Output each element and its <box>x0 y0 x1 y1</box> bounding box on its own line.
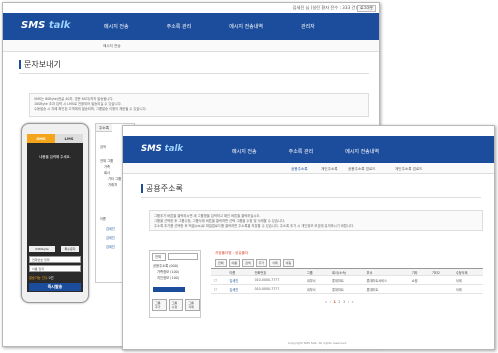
front-window: SMS talk 메시지 전송 주소록 관리 메시지 전송내역 공용주소록 개인… <box>122 125 495 350</box>
page-title: 문자보내기 <box>19 60 61 69</box>
row-checkbox[interactable]: □ <box>211 275 227 285</box>
menu-history[interactable]: 메시지 전송내역 <box>345 148 379 155</box>
page-last[interactable]: » <box>352 300 354 304</box>
search-label: 검색 <box>100 145 106 149</box>
table-row[interactable]: □ 김세진 010-0000-7777 내부서 롯데마트 롯데마트서비스 쇼핑 … <box>211 275 483 285</box>
table-row[interactable]: □ 김세진 010-0000-7777 내부서 롯데마트 롯데마트 삭제 <box>211 284 483 294</box>
special-chars-button[interactable]: 특수문자 <box>61 246 79 252</box>
filter-all-select[interactable]: 전체 <box>215 259 227 267</box>
tab-lms[interactable]: LMS <box>55 134 83 143</box>
search-button[interactable]: 검색 <box>242 259 254 267</box>
phone-number-input[interactable]: 전화번호 입력 <box>29 256 81 263</box>
title-divider <box>141 197 481 198</box>
row-delete-button[interactable]: 삭제 <box>452 284 483 294</box>
folder-breadcrumb: 지정폴더명 : 공유폴더 <box>215 251 249 255</box>
col-company: 회사(소속) <box>329 268 364 276</box>
contact-table: 이름 전화번호 그룹 회사(소속) 부서 기타 기타2 수정삭제 □ 김세진 0… <box>211 268 483 294</box>
menu-history[interactable]: 메시지 전송내역 <box>229 23 263 30</box>
logo[interactable]: SMS talk <box>141 144 183 154</box>
col-name: 이름 <box>226 268 252 276</box>
name-column-header: 이름 <box>100 217 106 221</box>
group-panel: 전체 공용주소록 (000) 가족정보 (100) 지인정보 (100) 그룹 … <box>149 250 201 318</box>
footer: Copyright SMS talk. All rights reserved. <box>288 341 347 345</box>
send-now-button[interactable]: 즉시발송 <box>29 283 81 291</box>
group-tree: 공용주소록 (000) 가족정보 (100) 지인정보 (100) <box>153 263 179 281</box>
col-group: 그룹 <box>303 268 330 276</box>
address-tab[interactable]: 주소록 <box>96 124 112 132</box>
user-info: 김세진 님 (실린 환자 전수 : 333 건) <box>292 5 357 10</box>
group-search-input[interactable] <box>168 253 198 260</box>
main-nav: SMS talk 메시지 전송 주소록 관리 메시지 전송내역 <box>123 136 494 163</box>
subnav-personal[interactable]: 개인주소록 <box>321 167 338 172</box>
col-etc: 기타 <box>408 268 429 276</box>
selected-group-bar[interactable] <box>153 287 185 292</box>
col-edit: 수정삭제 <box>452 268 483 276</box>
contact-row[interactable]: 김세진 <box>106 244 115 249</box>
notice-box: 그룹추가 버튼을 클릭하시면 새 그룹명을 입력하고 확인 버튼을 클릭하십시오… <box>149 210 483 231</box>
logo[interactable]: SMS talk <box>21 20 70 31</box>
col-etc2: 기타2 <box>428 268 453 276</box>
phone-screen: SMS LMS 내용을 입력해 주세요. 0/80byte 특수문자 전화번호 … <box>27 134 83 292</box>
sub-nav: 메시지 전송 <box>3 40 379 52</box>
menu-send[interactable]: 메시지 전송 <box>104 23 129 30</box>
page-2[interactable]: 2 <box>338 300 340 304</box>
subnav-send[interactable]: 메시지 전송 <box>103 44 121 49</box>
menu-send[interactable]: 메시지 전송 <box>232 148 257 155</box>
filter-field-select[interactable]: 이름 <box>228 259 241 267</box>
add-contact-button[interactable]: 추가 <box>255 259 268 267</box>
contact-row[interactable]: 김세진 <box>106 235 115 240</box>
move-contact-button[interactable]: 이동 <box>282 259 295 267</box>
row-delete-button[interactable]: 삭제 <box>452 275 483 285</box>
menu-address[interactable]: 주소록 관리 <box>289 148 314 155</box>
group-tree: 전체 그룹 가족 회사 기타 그룹 거래처 <box>100 158 121 188</box>
subnav-personal-upload[interactable]: 개인주소록 업로드 <box>395 167 423 172</box>
group-filter-select[interactable]: 전체 <box>152 253 166 261</box>
menu-address[interactable]: 주소록 관리 <box>167 23 192 30</box>
notice-box: SMS는 80Byte(한글 40자, 영문 80자)까지 발송됩니다. 180… <box>29 93 369 117</box>
page-first[interactable]: « <box>325 300 327 304</box>
subnav-public-upload[interactable]: 공용주소록 업로드 <box>348 167 376 172</box>
page-3[interactable]: 3 <box>343 300 345 304</box>
page-next[interactable]: › <box>348 300 349 304</box>
delete-group-button[interactable]: 그룹 삭제 <box>185 299 201 311</box>
main-nav: SMS talk 메시지 전송 주소록 관리 메시지 전송내역 관리자 <box>3 13 379 40</box>
tree-item[interactable]: 거래처 <box>100 182 121 188</box>
menu-admin[interactable]: 관리자 <box>301 23 315 30</box>
logout-button[interactable]: 로그아웃 <box>357 4 376 12</box>
name-input[interactable]: 이름 입력 <box>29 265 81 272</box>
col-check <box>211 268 227 276</box>
edit-group-button[interactable]: 그룹 수정 <box>168 299 184 311</box>
add-group-button[interactable]: 그룹 추가 <box>152 299 167 311</box>
tab-sms[interactable]: SMS <box>27 134 55 143</box>
delete-contact-button[interactable]: 삭제 <box>269 259 281 267</box>
row-checkbox[interactable]: □ <box>211 284 227 294</box>
subnav-public[interactable]: 공용주소록 <box>291 167 308 172</box>
tree-item[interactable]: 지인정보 (100) <box>153 275 179 281</box>
page-prev[interactable]: ‹ <box>330 300 331 304</box>
top-bar: 김세진 님 (실린 환자 전수 : 333 건) 로그아웃 <box>3 3 379 13</box>
col-dept: 부서 <box>363 268 409 276</box>
pagination: « ‹ 1 2 3 › » <box>325 300 354 304</box>
col-phone: 전화번호 <box>251 268 304 276</box>
sub-nav: 공용주소록 개인주소록 공용주소록 업로드 개인주소록 업로드 <box>123 163 494 174</box>
page-1[interactable]: 1 <box>333 300 335 304</box>
table-header: 이름 전화번호 그룹 회사(소속) 부서 기타 기타2 수정삭제 <box>211 268 483 276</box>
message-placeholder[interactable]: 내용을 입력해 주세요. <box>27 154 83 159</box>
phone-preview: SMS LMS 내용을 입력해 주세요. 0/80byte 특수문자 전화번호 … <box>21 123 89 303</box>
remain-count: 발송가능 건수 0건 <box>29 276 54 280</box>
title-divider <box>19 73 369 74</box>
contact-row[interactable]: 김세진 <box>106 226 115 231</box>
byte-counter: 0/80byte <box>29 246 55 252</box>
page-title: 공용주소록 <box>141 184 183 193</box>
